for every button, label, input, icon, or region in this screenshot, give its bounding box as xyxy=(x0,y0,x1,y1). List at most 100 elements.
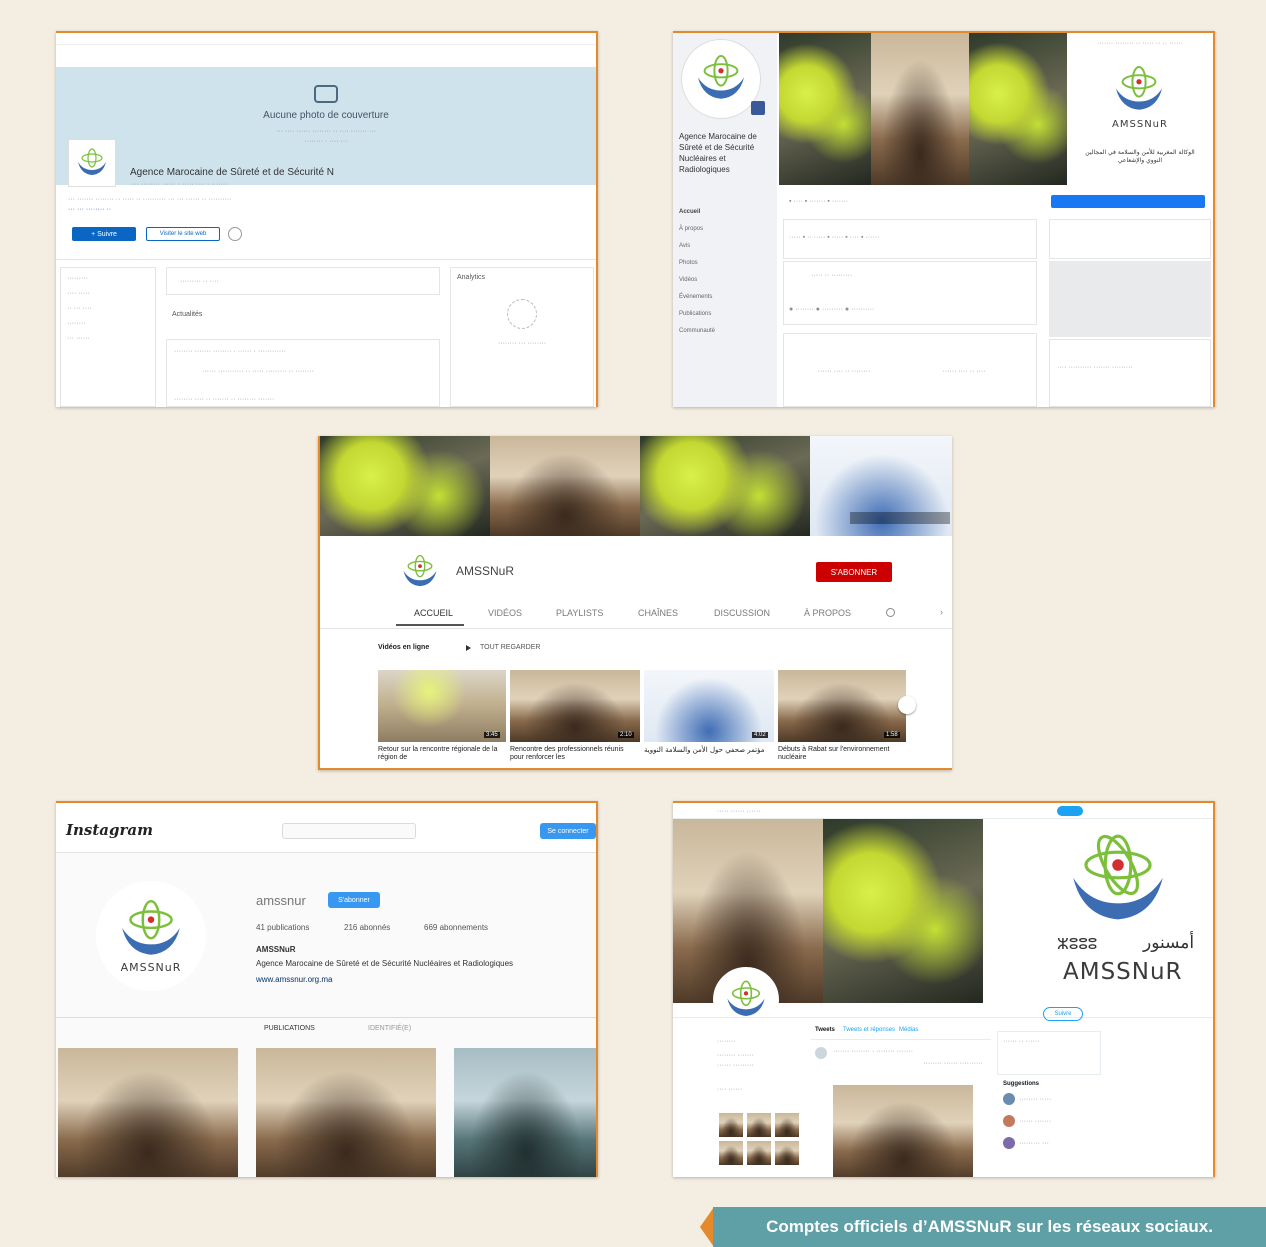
instagram-panel: Instagram Se connecter AMSSNuR amssnur S… xyxy=(56,801,598,1177)
nav-item[interactable]: Photos xyxy=(679,260,773,277)
tab-channels[interactable]: CHAÎNES xyxy=(638,608,678,618)
banner-link[interactable] xyxy=(850,512,950,524)
bio-link[interactable]: www.amssnur.org.ma xyxy=(256,975,332,984)
tab-tweets[interactable]: Tweets xyxy=(815,1027,835,1033)
cover-title: Aucune photo de couverture xyxy=(263,110,389,121)
amssnur-logo-icon xyxy=(1115,65,1163,110)
logo-brand: AMSSNuR xyxy=(120,960,182,974)
camera-icon[interactable] xyxy=(314,85,338,103)
twitter-follow-top[interactable] xyxy=(1057,806,1083,816)
facebook-right-card xyxy=(1049,219,1211,259)
bio-text: Agence Marocaine de Sûreté et de Sécurit… xyxy=(256,959,514,968)
facebook-panel: Agence Marocaine de Sûreté et de Sécurit… xyxy=(673,31,1215,407)
twitter-avatar xyxy=(713,967,779,1033)
tab-replies[interactable]: Tweets et réponses xyxy=(843,1027,895,1033)
instagram-logo[interactable]: Instagram xyxy=(66,821,153,839)
follow-button[interactable]: + Suivre xyxy=(72,227,136,241)
more-icon[interactable] xyxy=(228,227,242,241)
media-thumb[interactable] xyxy=(775,1113,799,1137)
tab-media[interactable]: Médias xyxy=(899,1027,918,1033)
facebook-cover-logo: ······· ········ ·· ····· ·· ·· ······ A… xyxy=(1067,33,1213,185)
linkedin-topbar xyxy=(56,33,596,45)
tweet-image[interactable] xyxy=(833,1085,973,1177)
figure-caption: Comptes officiels d’AMSSNuR sur les rése… xyxy=(713,1207,1266,1247)
cover-photo-inspection xyxy=(969,33,1067,185)
media-thumb[interactable] xyxy=(719,1113,743,1137)
login-button[interactable]: Se connecter xyxy=(540,823,596,839)
suggestion-avatar xyxy=(1003,1137,1015,1149)
banner-photo-workers xyxy=(320,436,490,536)
logo-arabic-text: الوكالة المغربية للأمن والسلامة في المجا… xyxy=(1085,149,1195,164)
tab-videos[interactable]: VIDÉOS xyxy=(488,608,522,618)
media-thumb[interactable] xyxy=(719,1141,743,1165)
play-all-icon[interactable] xyxy=(466,645,471,651)
tab-playlists[interactable]: PLAYLISTS xyxy=(556,608,603,618)
media-thumb[interactable] xyxy=(747,1113,771,1137)
nav-item[interactable]: Événements xyxy=(679,294,773,311)
amssnur-logo-icon xyxy=(122,899,180,955)
tab-posts[interactable]: PUBLICATIONS xyxy=(264,1025,315,1032)
post-thumbnail[interactable] xyxy=(58,1048,238,1177)
nav-item[interactable]: Vidéos xyxy=(679,277,773,294)
video-title[interactable]: Rencontre des professionnels réunis pour… xyxy=(510,746,638,762)
video-title[interactable]: Débuts à Rabat sur l'environnement nuclé… xyxy=(778,746,904,762)
post-section-title: Actualités xyxy=(172,311,203,318)
twitter-panel: ····· ······ ······ ⵣⵓⵓⵓ أمسنور AMSSNuR … xyxy=(673,801,1215,1177)
camera-badge-icon[interactable] xyxy=(751,101,765,115)
facebook-map xyxy=(1049,261,1211,337)
active-tab-underline xyxy=(396,624,464,626)
cover-photo-workers xyxy=(779,33,871,185)
nav-item[interactable]: Avis xyxy=(679,243,773,260)
suggestion-avatar xyxy=(1003,1115,1015,1127)
facebook-cta-button[interactable] xyxy=(1051,195,1205,208)
linkedin-left-card: ········· ···· ····· ·· ··· ···· ·······… xyxy=(60,267,156,407)
instagram-username: amssnur xyxy=(256,893,306,908)
nav-item[interactable]: À propos xyxy=(679,226,773,243)
logo-arabic: أمسنور xyxy=(1143,933,1195,953)
chevron-right-icon[interactable]: › xyxy=(940,607,943,617)
tab-tagged[interactable]: IDENTIFIÉ(E) xyxy=(368,1025,411,1032)
carousel-next-button[interactable] xyxy=(898,696,916,714)
nav-item[interactable]: Communauté xyxy=(679,328,773,345)
logo-tifinagh: ⵣⵓⵓⵓ xyxy=(1057,935,1098,953)
tab-about[interactable]: À PROPOS xyxy=(804,608,851,618)
post-thumbnail[interactable] xyxy=(256,1048,436,1177)
post-thumbnail[interactable] xyxy=(454,1048,596,1177)
facebook-about xyxy=(1049,339,1211,407)
nav-item[interactable]: Accueil xyxy=(679,209,773,226)
instagram-follow-button[interactable]: S'abonner xyxy=(328,892,380,908)
twitter-follow-button[interactable]: Suivre xyxy=(1043,1007,1083,1021)
section-action[interactable]: TOUT REGARDER xyxy=(480,644,540,651)
linkedin-panel: Aucune photo de couverture ··· ···· ····… xyxy=(56,31,598,407)
linkedin-logo xyxy=(68,139,116,187)
banner-photo-team xyxy=(640,436,810,536)
media-thumb[interactable] xyxy=(747,1141,771,1165)
cover-photo-meeting xyxy=(871,33,969,185)
instagram-profile-logo: AMSSNuR xyxy=(96,881,206,991)
twitter-header-workers xyxy=(823,819,983,1003)
tab-home[interactable]: ACCUEIL xyxy=(414,608,453,618)
media-thumb[interactable] xyxy=(775,1141,799,1165)
side-card-title: Analytics xyxy=(457,274,486,281)
amssnur-logo-icon xyxy=(403,554,437,587)
following-count[interactable]: 669 abonnements xyxy=(424,923,488,932)
nav-item[interactable]: Publications xyxy=(679,311,773,328)
amssnur-logo-icon xyxy=(78,148,106,175)
visit-website-button[interactable]: Visiter le site web xyxy=(146,227,220,241)
instagram-search-input[interactable] xyxy=(282,823,416,839)
video-duration: 2:10 xyxy=(618,732,634,738)
who-to-follow-title: Suggestions xyxy=(1003,1081,1040,1087)
tab-discussion[interactable]: DISCUSSION xyxy=(714,608,770,618)
linkedin-right-card: Analytics ········ ··· ········ xyxy=(450,267,594,407)
video-title[interactable]: Retour sur la rencontre régionale de la … xyxy=(378,746,504,762)
followers-count[interactable]: 216 abonnés xyxy=(344,923,390,932)
section-title: Vidéos en ligne xyxy=(378,644,430,651)
suggestion-avatar xyxy=(1003,1093,1015,1105)
org-name: Agence Marocaine de Sûreté et de Sécurit… xyxy=(130,167,335,178)
subscribe-button[interactable]: S'ABONNER xyxy=(816,562,892,582)
tweet-avatar xyxy=(815,1047,827,1059)
facebook-nav: Accueil À propos Avis Photos Vidéos Évén… xyxy=(679,209,773,345)
video-duration: 3:45 xyxy=(484,732,500,738)
video-title[interactable]: مؤتمر صحفي حول الأمن والسلامة النووية xyxy=(644,746,772,754)
search-icon[interactable] xyxy=(886,608,895,617)
